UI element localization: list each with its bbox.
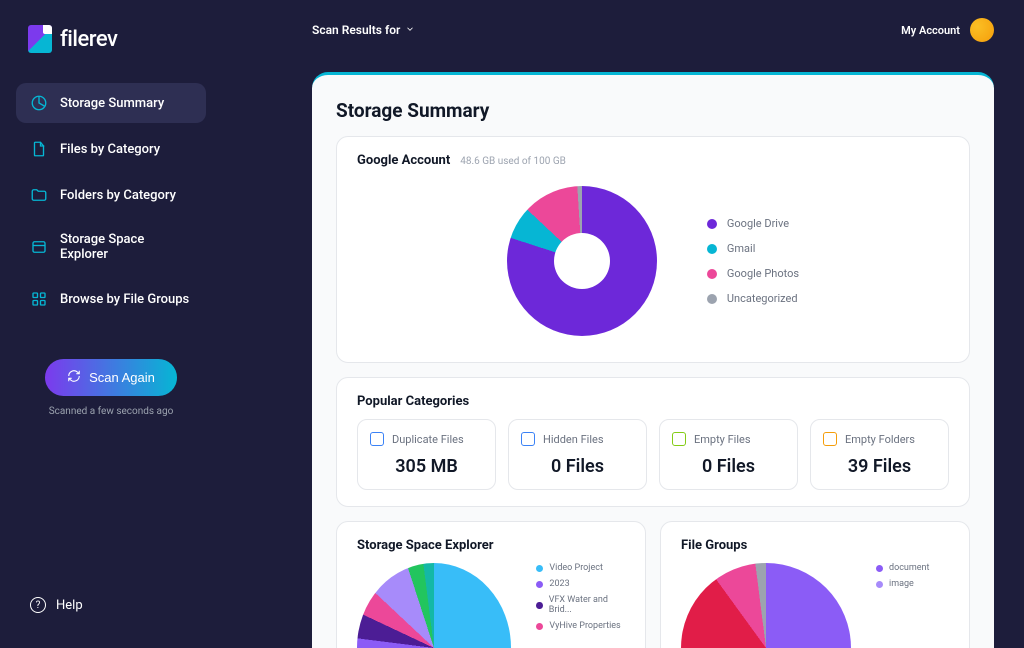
legend-dot xyxy=(707,244,717,254)
legend-item: 2023 xyxy=(536,579,625,589)
popular-categories-card: Popular Categories Duplicate Files 305 MB… xyxy=(336,377,970,507)
legend-label: document xyxy=(889,563,929,573)
grid-icon xyxy=(30,290,48,308)
category-icon xyxy=(823,432,837,446)
category-value: 0 Files xyxy=(672,456,785,477)
legend-dot xyxy=(876,565,883,572)
logo[interactable]: filerev xyxy=(16,25,206,53)
category-label: Empty Files xyxy=(694,433,751,446)
scan-section: Scan Again Scanned a few seconds ago xyxy=(16,359,206,417)
category-icon xyxy=(370,432,384,446)
database-icon xyxy=(30,238,48,256)
my-account-link[interactable]: My Account xyxy=(901,24,960,37)
legend-label: Google Drive xyxy=(727,217,789,230)
sidebar-item-label: Browse by File Groups xyxy=(60,292,189,307)
groups-pie-chart xyxy=(681,563,851,648)
sidebar-item-storage-space-explorer[interactable]: Storage Space Explorer xyxy=(16,221,206,273)
sidebar-item-storage-summary[interactable]: Storage Summary xyxy=(16,83,206,123)
category-card[interactable]: Hidden Files 0 Files xyxy=(508,419,647,490)
explorer-title: Storage Space Explorer xyxy=(357,538,625,553)
legend-item: Google Drive xyxy=(707,217,799,230)
account-card-sub: 48.6 GB used of 100 GB xyxy=(460,156,566,167)
account-card-title: Google Account xyxy=(357,153,450,168)
category-icon xyxy=(672,432,686,446)
legend-label: Gmail xyxy=(727,242,755,255)
legend-dot xyxy=(707,219,717,229)
avatar[interactable] xyxy=(970,18,994,42)
category-icon xyxy=(521,432,535,446)
legend-label: VFX Water and Brid... xyxy=(549,595,625,615)
legend-label: 2023 xyxy=(549,579,569,589)
main: Scan Results for My Account Storage Summ… xyxy=(222,0,1024,648)
storage-explorer-card: Storage Space Explorer Video Project 2023… xyxy=(336,521,646,648)
legend-item: Video Project xyxy=(536,563,625,573)
legend-item: Gmail xyxy=(707,242,799,255)
sidebar-item-label: Files by Category xyxy=(60,142,160,157)
google-account-card: Google Account 48.6 GB used of 100 GB Go… xyxy=(336,136,970,363)
account-legend: Google Drive Gmail Google Photos Uncategori… xyxy=(707,217,799,305)
explorer-legend: Video Project 2023 VFX Water and Brid... Vy… xyxy=(536,563,625,631)
folder-icon xyxy=(30,186,48,204)
scan-again-button[interactable]: Scan Again xyxy=(45,359,177,396)
legend-item: VyHive Properties xyxy=(536,621,625,631)
category-value: 305 MB xyxy=(370,456,483,477)
help-label: Help xyxy=(56,598,83,613)
topbar: Scan Results for My Account xyxy=(222,0,1024,60)
legend-label: VyHive Properties xyxy=(549,621,620,631)
sidebar-item-label: Folders by Category xyxy=(60,188,176,203)
category-label: Hidden Files xyxy=(543,433,604,446)
pie-chart-icon xyxy=(30,94,48,112)
chevron-down-icon xyxy=(405,23,415,37)
account-donut-chart xyxy=(507,186,657,336)
legend-item: Uncategorized xyxy=(707,292,799,305)
content: Storage Summary Google Account 48.6 GB u… xyxy=(312,72,994,648)
explorer-pie-chart xyxy=(357,563,511,648)
page-title: Storage Summary xyxy=(336,99,970,122)
category-card[interactable]: Empty Folders 39 Files xyxy=(810,419,949,490)
help-icon: ? xyxy=(30,597,46,613)
scan-results-label: Scan Results for xyxy=(312,23,400,37)
legend-dot xyxy=(536,565,543,572)
category-label: Duplicate Files xyxy=(392,433,464,446)
logo-text: filerev xyxy=(60,27,117,52)
legend-item: image xyxy=(876,579,929,589)
file-groups-card: File Groups document image xyxy=(660,521,970,648)
category-label: Empty Folders xyxy=(845,433,915,446)
category-card[interactable]: Empty Files 0 Files xyxy=(659,419,798,490)
sidebar-item-files-by-category[interactable]: Files by Category xyxy=(16,129,206,169)
refresh-icon xyxy=(67,369,81,386)
sidebar-item-label: Storage Summary xyxy=(60,96,164,111)
category-card[interactable]: Duplicate Files 305 MB xyxy=(357,419,496,490)
nav: Storage Summary Files by Category Folder… xyxy=(16,83,206,319)
legend-label: Video Project xyxy=(549,563,603,573)
legend-dot xyxy=(876,581,883,588)
legend-item: VFX Water and Brid... xyxy=(536,595,625,615)
sidebar-item-folders-by-category[interactable]: Folders by Category xyxy=(16,175,206,215)
scan-results-dropdown[interactable]: Scan Results for xyxy=(312,23,415,37)
logo-icon xyxy=(28,25,52,53)
category-value: 39 Files xyxy=(823,456,936,477)
legend-item: Google Photos xyxy=(707,267,799,280)
help-link[interactable]: ? Help xyxy=(16,587,206,623)
category-value: 0 Files xyxy=(521,456,634,477)
legend-label: image xyxy=(889,579,914,589)
file-icon xyxy=(30,140,48,158)
legend-item: document xyxy=(876,563,929,573)
groups-title: File Groups xyxy=(681,538,949,553)
category-grid: Duplicate Files 305 MB Hidden Files 0 Files… xyxy=(357,419,949,490)
legend-dot xyxy=(536,602,542,609)
groups-legend: document image xyxy=(876,563,929,589)
sidebar-item-label: Storage Space Explorer xyxy=(60,232,192,262)
legend-label: Uncategorized xyxy=(727,292,798,305)
legend-dot xyxy=(707,294,717,304)
scan-info: Scanned a few seconds ago xyxy=(49,406,174,417)
legend-dot xyxy=(536,623,543,630)
scan-button-label: Scan Again xyxy=(89,370,155,385)
legend-dot xyxy=(707,269,717,279)
sidebar-item-browse-file-groups[interactable]: Browse by File Groups xyxy=(16,279,206,319)
legend-label: Google Photos xyxy=(727,267,799,280)
legend-dot xyxy=(536,581,543,588)
sidebar: filerev Storage Summary Files by Categor… xyxy=(0,0,222,648)
popular-title: Popular Categories xyxy=(357,394,949,409)
